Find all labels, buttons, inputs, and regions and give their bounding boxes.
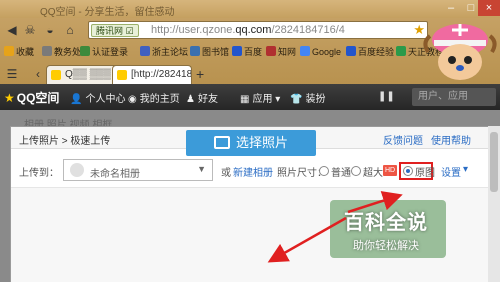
bookmark-item[interactable]: 认证登录 (80, 44, 128, 60)
bookmark-item[interactable]: 收藏 (4, 44, 34, 60)
bookmark-item[interactable]: 百度经验 (346, 44, 394, 60)
size-original-label: 原图 (415, 168, 435, 179)
tab-qzone[interactable]: Q▒▒ ▒▒▒ (46, 65, 120, 84)
bookmark-favicon (396, 46, 406, 56)
bookmark-favicon (42, 46, 52, 56)
feedback-link[interactable]: 反馈问题 (383, 132, 423, 147)
nav-search-input[interactable]: 用户、应用 (412, 88, 496, 106)
pirate-skull-icon: ☠ (24, 23, 36, 37)
size-normal-label: 普通 (331, 168, 351, 179)
qzone-logo[interactable]: ★ QQ空间 (4, 89, 59, 106)
watermark: 百科全说 助你轻松解决 (336, 206, 436, 253)
tab-label: [http://282418 (131, 69, 192, 80)
qzone-favicon-icon (51, 70, 61, 80)
size-large-radio[interactable] (351, 166, 361, 176)
bookmark-favicon (140, 46, 150, 56)
nav-apps[interactable]: ▦ 应用 ▾ (240, 90, 280, 105)
or-text: 或 (221, 168, 231, 179)
back-icon[interactable]: ◀ (4, 22, 20, 38)
nav-dress-up[interactable]: 👕 装扮 (290, 90, 325, 105)
friends-icon: ♟ (186, 94, 195, 105)
add-photo-icon (213, 136, 230, 149)
watermark-subtitle: 助你轻松解决 (353, 240, 419, 252)
help-link[interactable]: 使用帮助 (431, 132, 471, 147)
title-bar: QQ空间 - 分享生活，留住感动 – □ × (0, 0, 500, 18)
watermark-title: 百科全说 (344, 212, 428, 234)
album-thumb (70, 163, 84, 177)
bookmark-item[interactable]: 图书馆 (190, 44, 229, 60)
star-logo-icon: ★ (4, 91, 15, 105)
bookmark-item[interactable]: Google (300, 44, 341, 60)
bookmark-item[interactable]: 教务处 (42, 44, 81, 60)
album-name: 未命名相册 (90, 169, 140, 180)
bookmark-item[interactable]: 知网 (266, 44, 296, 60)
bookmark-favicon (4, 46, 14, 56)
bookmark-favicon (300, 46, 310, 56)
home-circle-icon: ◉ (128, 94, 137, 105)
bookmark-favicon (232, 46, 242, 56)
size-normal-radio[interactable] (319, 166, 329, 176)
select-photos-label: 选择照片 (235, 135, 288, 150)
upload-to-label: 上传到： (19, 168, 59, 179)
hat-icon: ◒ (46, 23, 54, 37)
minimize-button[interactable]: – (440, 0, 462, 16)
close-window-button[interactable]: × (478, 0, 500, 16)
breadcrumb: 上传照片 > 极速上传 (19, 136, 111, 147)
new-album-link[interactable]: 新建相册 (233, 164, 273, 179)
bookmark-favicon (346, 46, 356, 56)
scrollbar-thumb[interactable] (490, 132, 498, 192)
tab-label: Q▒▒ ▒▒▒ (65, 69, 111, 80)
bookmark-item[interactable]: 浙主论坛 (140, 44, 188, 60)
site-badge[interactable]: 腾讯网 ☑ (91, 24, 139, 37)
window-title: QQ空间 - 分享生活，留住感动 (40, 7, 175, 18)
nav-my-homepage[interactable]: ◉ 我的主页 (128, 90, 180, 105)
tab-list-icon[interactable]: ☰ (4, 66, 20, 82)
qzone-favicon-icon (117, 70, 127, 80)
bookmark-favicon (266, 46, 276, 56)
qzone-nav-bar: ★ QQ空间 👤 个人中心 ◉ 我的主页 ♟ 好友 ▦ 应用 ▾ 👕 装扮 ❚❚ 用户、应用 (0, 84, 500, 110)
nav-friends[interactable]: ♟ 好友 (186, 90, 218, 105)
tab-user-page[interactable]: [http://282418 (112, 65, 192, 84)
nav-personal-center[interactable]: 👤 个人中心 (70, 90, 125, 105)
tab-scroll-left-icon[interactable]: ‹ (30, 66, 46, 82)
url-text[interactable]: http://user.qzone.qq.com/2824184716/4 (151, 24, 345, 36)
size-large-label: 超大 (363, 168, 383, 179)
apps-grid-icon: ▦ (240, 94, 250, 105)
size-original-radio[interactable] (403, 166, 413, 176)
chevron-down-icon: ▼ (197, 164, 206, 174)
settings-chevron-icon[interactable]: ▾ (463, 164, 468, 175)
scrollbar[interactable] (488, 126, 500, 282)
upload-options-row: 上传到： 未命名相册 ▼ 或 新建相册 照片尺寸： 普通 超大 HD 原图 设置… (11, 157, 489, 183)
settings-link[interactable]: 设置 (441, 164, 461, 179)
select-photos-button[interactable]: 选择照片 (186, 130, 316, 156)
bookmark-item[interactable]: 百度 (232, 44, 262, 60)
home-icon[interactable]: ⌂ (62, 22, 78, 38)
bookmark-favicon (80, 46, 90, 56)
hd-badge: HD (383, 165, 398, 176)
browser-chrome: QQ空间 - 分享生活，留住感动 – □ × ◀ ☠ ◒ ⌂ 腾讯网 ☑ htt… (0, 0, 500, 84)
address-bar[interactable]: 腾讯网 ☑ http://user.qzone.qq.com/282418471… (88, 21, 428, 39)
album-select[interactable]: 未命名相册 ▼ (63, 159, 213, 181)
pause-icon[interactable]: ❚❚ (378, 91, 395, 102)
shirt-icon: 👕 (290, 94, 303, 105)
chopper-mascot-icon (423, 24, 497, 80)
bookmark-favicon (190, 46, 200, 56)
person-icon: 👤 (70, 94, 83, 105)
new-tab-button[interactable]: + (196, 66, 204, 82)
